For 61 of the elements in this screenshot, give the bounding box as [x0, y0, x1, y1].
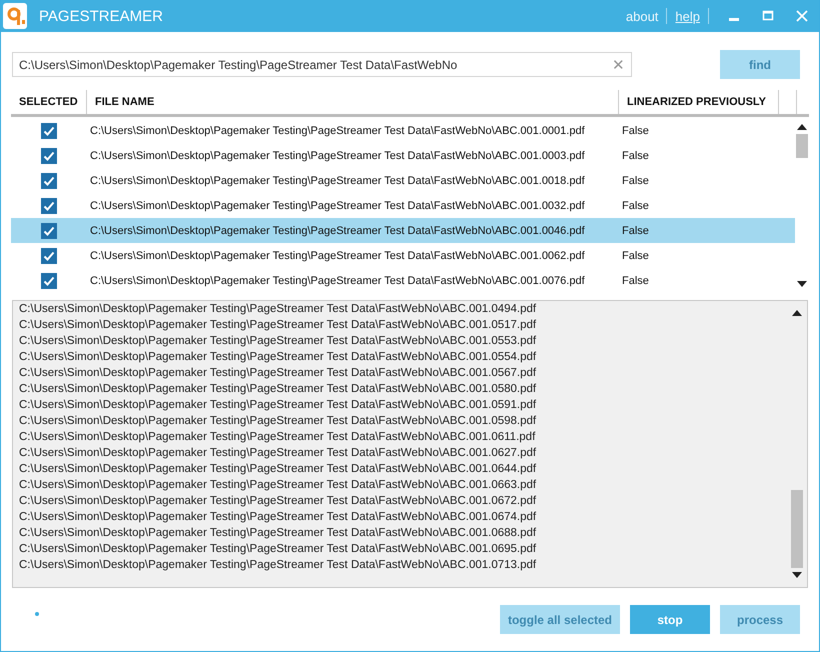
column-header[interactable]: SELECTED — [11, 90, 87, 114]
table-row[interactable]: C:\Users\Simon\Desktop\Pagemaker Testing\PageStreamer Test Data\FastWebNo\ABC.001.0076.pdf False — [11, 268, 796, 293]
linearized-cell-text: False — [621, 200, 650, 212]
table-row[interactable]: C:\Users\Simon\Desktop\Pagemaker Testing\PageStreamer Test Data\FastWebNo\ABC.001.0062.pdf False — [11, 243, 796, 268]
table-row[interactable]: C:\Users\Simon\Desktop\Pagemaker Testing\PageStreamer Test Data\FastWebNo\ABC.001.0032.pdf False — [11, 193, 796, 218]
linearized-cell-text: False — [621, 250, 650, 262]
table-row[interactable]: C:\Users\Simon\Desktop\Pagemaker Testing\PageStreamer Test Data\FastWebNo\ABC.001.0046.pdf False — [11, 218, 796, 243]
table-row[interactable]: C:\Users\Simon\Desktop\Pagemaker Testing\PageStreamer Test Data\FastWebNo\ABC.001.0001.pdf False — [11, 118, 796, 143]
linearized-cell-text: False — [621, 124, 650, 136]
file-name-cell-text: C:\Users\Simon\Desktop\Pagemaker Testing\PageStreamer Test Data\FastWebNo\ABC.001.0018.pdf — [89, 174, 586, 186]
log-line: C:\Users\Simon\Desktop\Pagemaker Testing\PageStreamer Test Data\FastWebNo\ABC.001.0567.pdf — [19, 366, 538, 381]
log-line: C:\Users\Simon\Desktop\Pagemaker Testing\PageStreamer Test Data\FastWebNo\ABC.001.0674.pdf — [19, 510, 538, 525]
table-row[interactable]: C:\Users\Simon\Desktop\Pagemaker Testing\PageStreamer Test Data\FastWebNo\ABC.001.0003.pdf False — [11, 143, 796, 168]
file-name-cell-text: C:\Users\Simon\Desktop\Pagemaker Testing\PageStreamer Test Data\FastWebNo\ABC.001.0032.pdf — [89, 200, 586, 212]
checkbox[interactable] — [41, 172, 57, 188]
log-line: C:\Users\Simon\Desktop\Pagemaker Testing\PageStreamer Test Data\FastWebNo\ABC.001.0591.pdf — [19, 398, 538, 413]
log-line: C:\Users\Simon\Desktop\Pagemaker Testing\PageStreamer Test Data\FastWebNo\ABC.001.0598.pdf — [19, 414, 538, 429]
log-line: C:\Users\Simon\Desktop\Pagemaker Testing\PageStreamer Test Data\FastWebNo\ABC.001.0688.pdf — [19, 526, 538, 541]
table-row[interactable]: C:\Users\Simon\Desktop\Pagemaker Testing\PageStreamer Test Data\FastWebNo\ABC.001.0018.pdf False — [11, 168, 796, 193]
scrollbar-thumb[interactable] — [791, 490, 803, 568]
checkbox[interactable] — [41, 248, 57, 264]
log-line: C:\Users\Simon\Desktop\Pagemaker Testing\PageStreamer Test Data\FastWebNo\ABC.001.0663.pdf — [19, 478, 538, 493]
linearized-cell-text: False — [621, 274, 650, 286]
file-name-cell-text: C:\Users\Simon\Desktop\Pagemaker Testing\PageStreamer Test Data\FastWebNo\ABC.001.0076.pdf — [89, 274, 586, 286]
column-header[interactable]: LINEARIZED PREVIOUSLY — [619, 90, 779, 114]
log-line: C:\Users\Simon\Desktop\Pagemaker Testing\PageStreamer Test Data\FastWebNo\ABC.001.0627.pdf — [19, 446, 538, 461]
maximize-icon — [762, 10, 774, 22]
log-line: C:\Users\Simon\Desktop\Pagemaker Testing\PageStreamer Test Data\FastWebNo\ABC.001.0695.pdf — [19, 542, 538, 557]
column-header[interactable]: FILE NAME — [87, 90, 619, 114]
linearized-cell-text: False — [621, 174, 650, 186]
window-title: PAGESTREAMER — [39, 8, 163, 24]
scroll-down-icon[interactable] — [792, 572, 802, 579]
logo-icon — [3, 3, 27, 29]
path-field[interactable]: C:\Users\Simon\Desktop\Pagemaker Testing\PageStreamer Test Data\FastWebNo ✕ — [12, 52, 632, 77]
log-line: C:\Users\Simon\Desktop\Pagemaker Testing\PageStreamer Test Data\FastWebNo\ABC.001.0672.pdf — [19, 494, 538, 509]
log-line: C:\Users\Simon\Desktop\Pagemaker Testing\PageStreamer Test Data\FastWebNo\ABC.001.0494.pdf — [19, 302, 538, 317]
file-name-cell-text: C:\Users\Simon\Desktop\Pagemaker Testing\PageStreamer Test Data\FastWebNo\ABC.001.0003.pdf — [89, 150, 586, 162]
linearized-cell-text: False — [621, 150, 650, 162]
scroll-down-icon[interactable] — [797, 281, 808, 288]
log-line: C:\Users\Simon\Desktop\Pagemaker Testing\PageStreamer Test Data\FastWebNo\ABC.001.0554.pdf — [19, 350, 538, 365]
minimize-icon — [729, 18, 739, 20]
linearized-cell-text: False — [621, 224, 650, 236]
checkbox[interactable] — [41, 198, 57, 214]
file-name-cell-text: C:\Users\Simon\Desktop\Pagemaker Testing\PageStreamer Test Data\FastWebNo\ABC.001.0001.pdf — [89, 124, 586, 136]
log-line: C:\Users\Simon\Desktop\Pagemaker Testing\PageStreamer Test Data\FastWebNo\ABC.001.0517.pdf — [19, 318, 538, 333]
log-line: C:\Users\Simon\Desktop\Pagemaker Testing\PageStreamer Test Data\FastWebNo\ABC.001.0713.pdf — [19, 558, 538, 573]
file-name-cell-text: C:\Users\Simon\Desktop\Pagemaker Testing\PageStreamer Test Data\FastWebNo\ABC.001.0046.pdf — [89, 224, 586, 236]
scrollbar-thumb[interactable] — [796, 134, 808, 158]
log-line: C:\Users\Simon\Desktop\Pagemaker Testing\PageStreamer Test Data\FastWebNo\ABC.001.0580.pdf — [19, 382, 538, 397]
checkbox[interactable] — [41, 122, 57, 138]
log-line: C:\Users\Simon\Desktop\Pagemaker Testing\PageStreamer Test Data\FastWebNo\ABC.001.0644.pdf — [19, 462, 538, 477]
busy-indicator-icon — [35, 612, 39, 616]
checkbox[interactable] — [41, 222, 57, 238]
scroll-up-icon[interactable] — [797, 123, 808, 130]
scroll-up-icon[interactable] — [792, 309, 802, 316]
close-icon — [796, 10, 808, 22]
log-line: C:\Users\Simon\Desktop\Pagemaker Testing\PageStreamer Test Data\FastWebNo\ABC.001.0611.pdf — [19, 430, 536, 445]
checkbox[interactable] — [41, 148, 57, 164]
file-name-cell-text: C:\Users\Simon\Desktop\Pagemaker Testing\PageStreamer Test Data\FastWebNo\ABC.001.0062.pdf — [89, 250, 586, 262]
log-line: C:\Users\Simon\Desktop\Pagemaker Testing\PageStreamer Test Data\FastWebNo\ABC.001.0553.pdf — [19, 334, 538, 349]
checkbox[interactable] — [41, 272, 57, 288]
